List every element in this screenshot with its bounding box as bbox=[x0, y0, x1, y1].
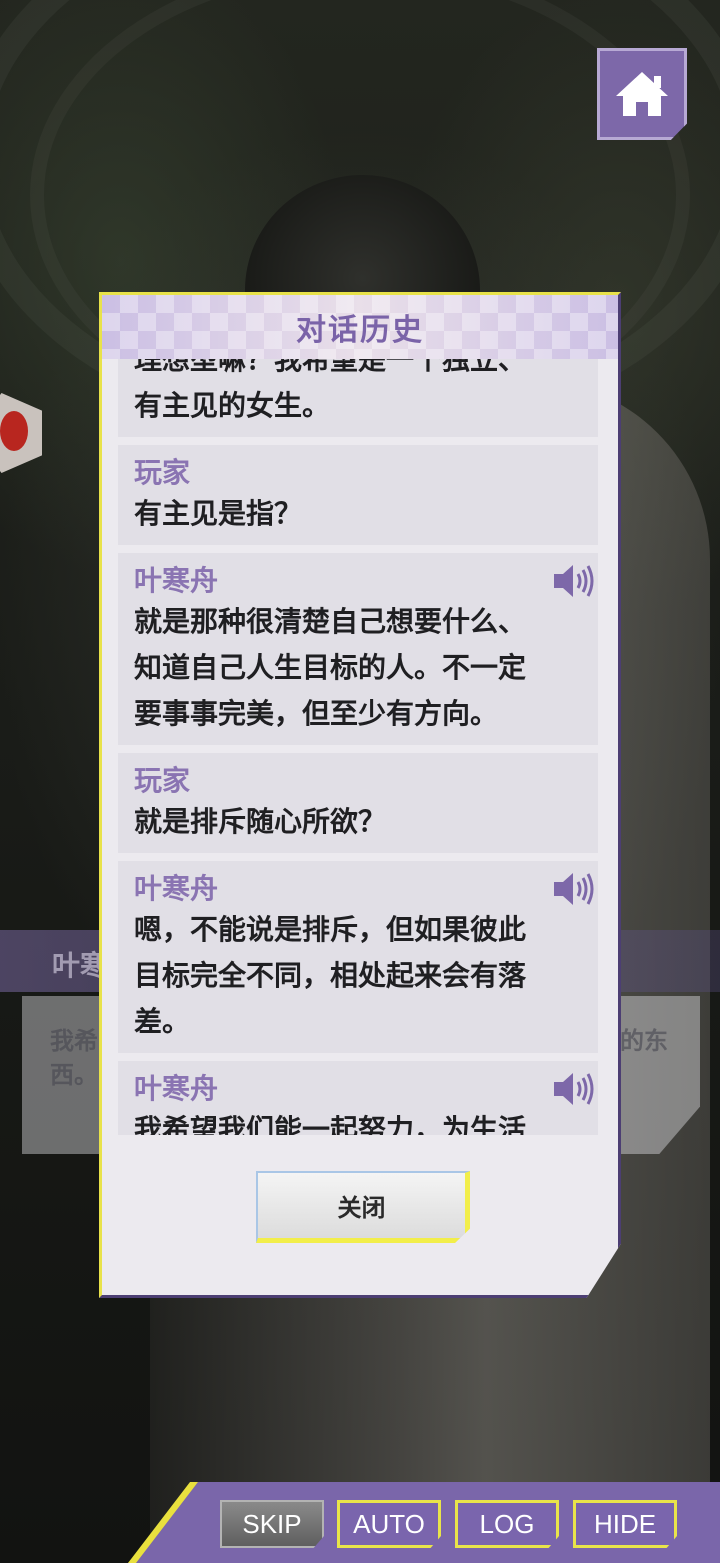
speaker-icon bbox=[554, 565, 594, 597]
log-button[interactable]: LOG bbox=[455, 1500, 559, 1548]
history-entry: 叶寒舟我希望我们能一起努力，为生活打造一些共同的东西。 bbox=[118, 1061, 598, 1135]
history-line-text: 有主见的女生。 bbox=[134, 389, 331, 422]
history-speaker-name: 叶寒舟 bbox=[134, 872, 219, 905]
history-list: 理想型嘛？我希望是一个独立、 有主见的女生。 玩家 有主见是指？ 叶寒舟 就是那种很清楚自… bbox=[118, 359, 600, 1135]
history-line-text: 差。 bbox=[134, 1005, 191, 1038]
dialogue-text-fragment: 的东 bbox=[620, 1026, 668, 1055]
home-icon bbox=[616, 72, 668, 116]
history-line-text: 有主见是指？ bbox=[134, 497, 303, 530]
dialogue-text-fragment: 西。 bbox=[50, 1060, 98, 1089]
speaker-icon bbox=[554, 1073, 594, 1105]
history-entry: 玩家就是排斥随心所欲？ bbox=[118, 753, 598, 853]
history-speaker-name: 玩家 bbox=[134, 456, 191, 489]
history-entry: 叶寒舟嗯，不能说是排斥，但如果彼此 目标完全不同，相处起来会有落 差。 bbox=[118, 861, 598, 1053]
history-speaker-name: 玩家 bbox=[134, 764, 191, 797]
history-line-text: 要事事完美，但至少有方向。 bbox=[134, 697, 499, 730]
history-line-text: 就是那种很清楚自己想要什么、 bbox=[134, 605, 527, 638]
auto-button[interactable]: AUTO bbox=[337, 1500, 441, 1548]
voice-replay-button[interactable] bbox=[552, 561, 598, 601]
history-scroll-area[interactable]: 理想型嘛？我希望是一个独立、 有主见的女生。 玩家 有主见是指？ 叶寒舟 就是那种很清楚自… bbox=[118, 359, 600, 1135]
hide-button[interactable]: HIDE bbox=[573, 1500, 677, 1548]
dialogue-history-modal: 对话历史 理想型嘛？我希望是一个独立、 有主见的女生。 玩家 有主见是指？ 叶寒舟 就是那… bbox=[99, 292, 621, 1298]
voice-replay-button[interactable] bbox=[552, 869, 598, 909]
speaker-icon bbox=[554, 873, 594, 905]
dialogue-text-fragment: 我希 bbox=[50, 1026, 98, 1055]
history-line-text: 嗯，不能说是排斥，但如果彼此 bbox=[134, 913, 527, 946]
voice-replay-button[interactable] bbox=[552, 1069, 598, 1109]
history-speaker-name: 叶寒舟 bbox=[134, 1072, 219, 1105]
history-entry: 叶寒舟就是那种很清楚自己想要什么、 知道自己人生目标的人。不一定 要事事完美，但至少… bbox=[118, 553, 598, 745]
history-line-text: 目标完全不同，相处起来会有落 bbox=[134, 959, 527, 992]
modal-header: 对话历史 bbox=[102, 295, 618, 359]
history-speaker-name: 叶寒舟 bbox=[134, 564, 219, 597]
history-line-text: 理想型嘛？我希望是一个独立、 bbox=[134, 359, 527, 376]
history-entry: 理想型嘛？我希望是一个独立、有主见的女生。 bbox=[118, 359, 598, 437]
history-line-text: 就是排斥随心所欲？ bbox=[134, 805, 387, 838]
skip-button[interactable]: SKIP bbox=[220, 1500, 324, 1548]
history-line-text: 知道自己人生目标的人。不一定 bbox=[134, 651, 527, 684]
history-entry: 玩家有主见是指？ bbox=[118, 445, 598, 545]
close-button[interactable]: 关闭 bbox=[256, 1171, 470, 1243]
history-line-text: 我希望我们能一起努力，为生活 bbox=[134, 1113, 527, 1135]
modal-title: 对话历史 bbox=[296, 313, 424, 348]
home-button[interactable] bbox=[597, 48, 687, 140]
